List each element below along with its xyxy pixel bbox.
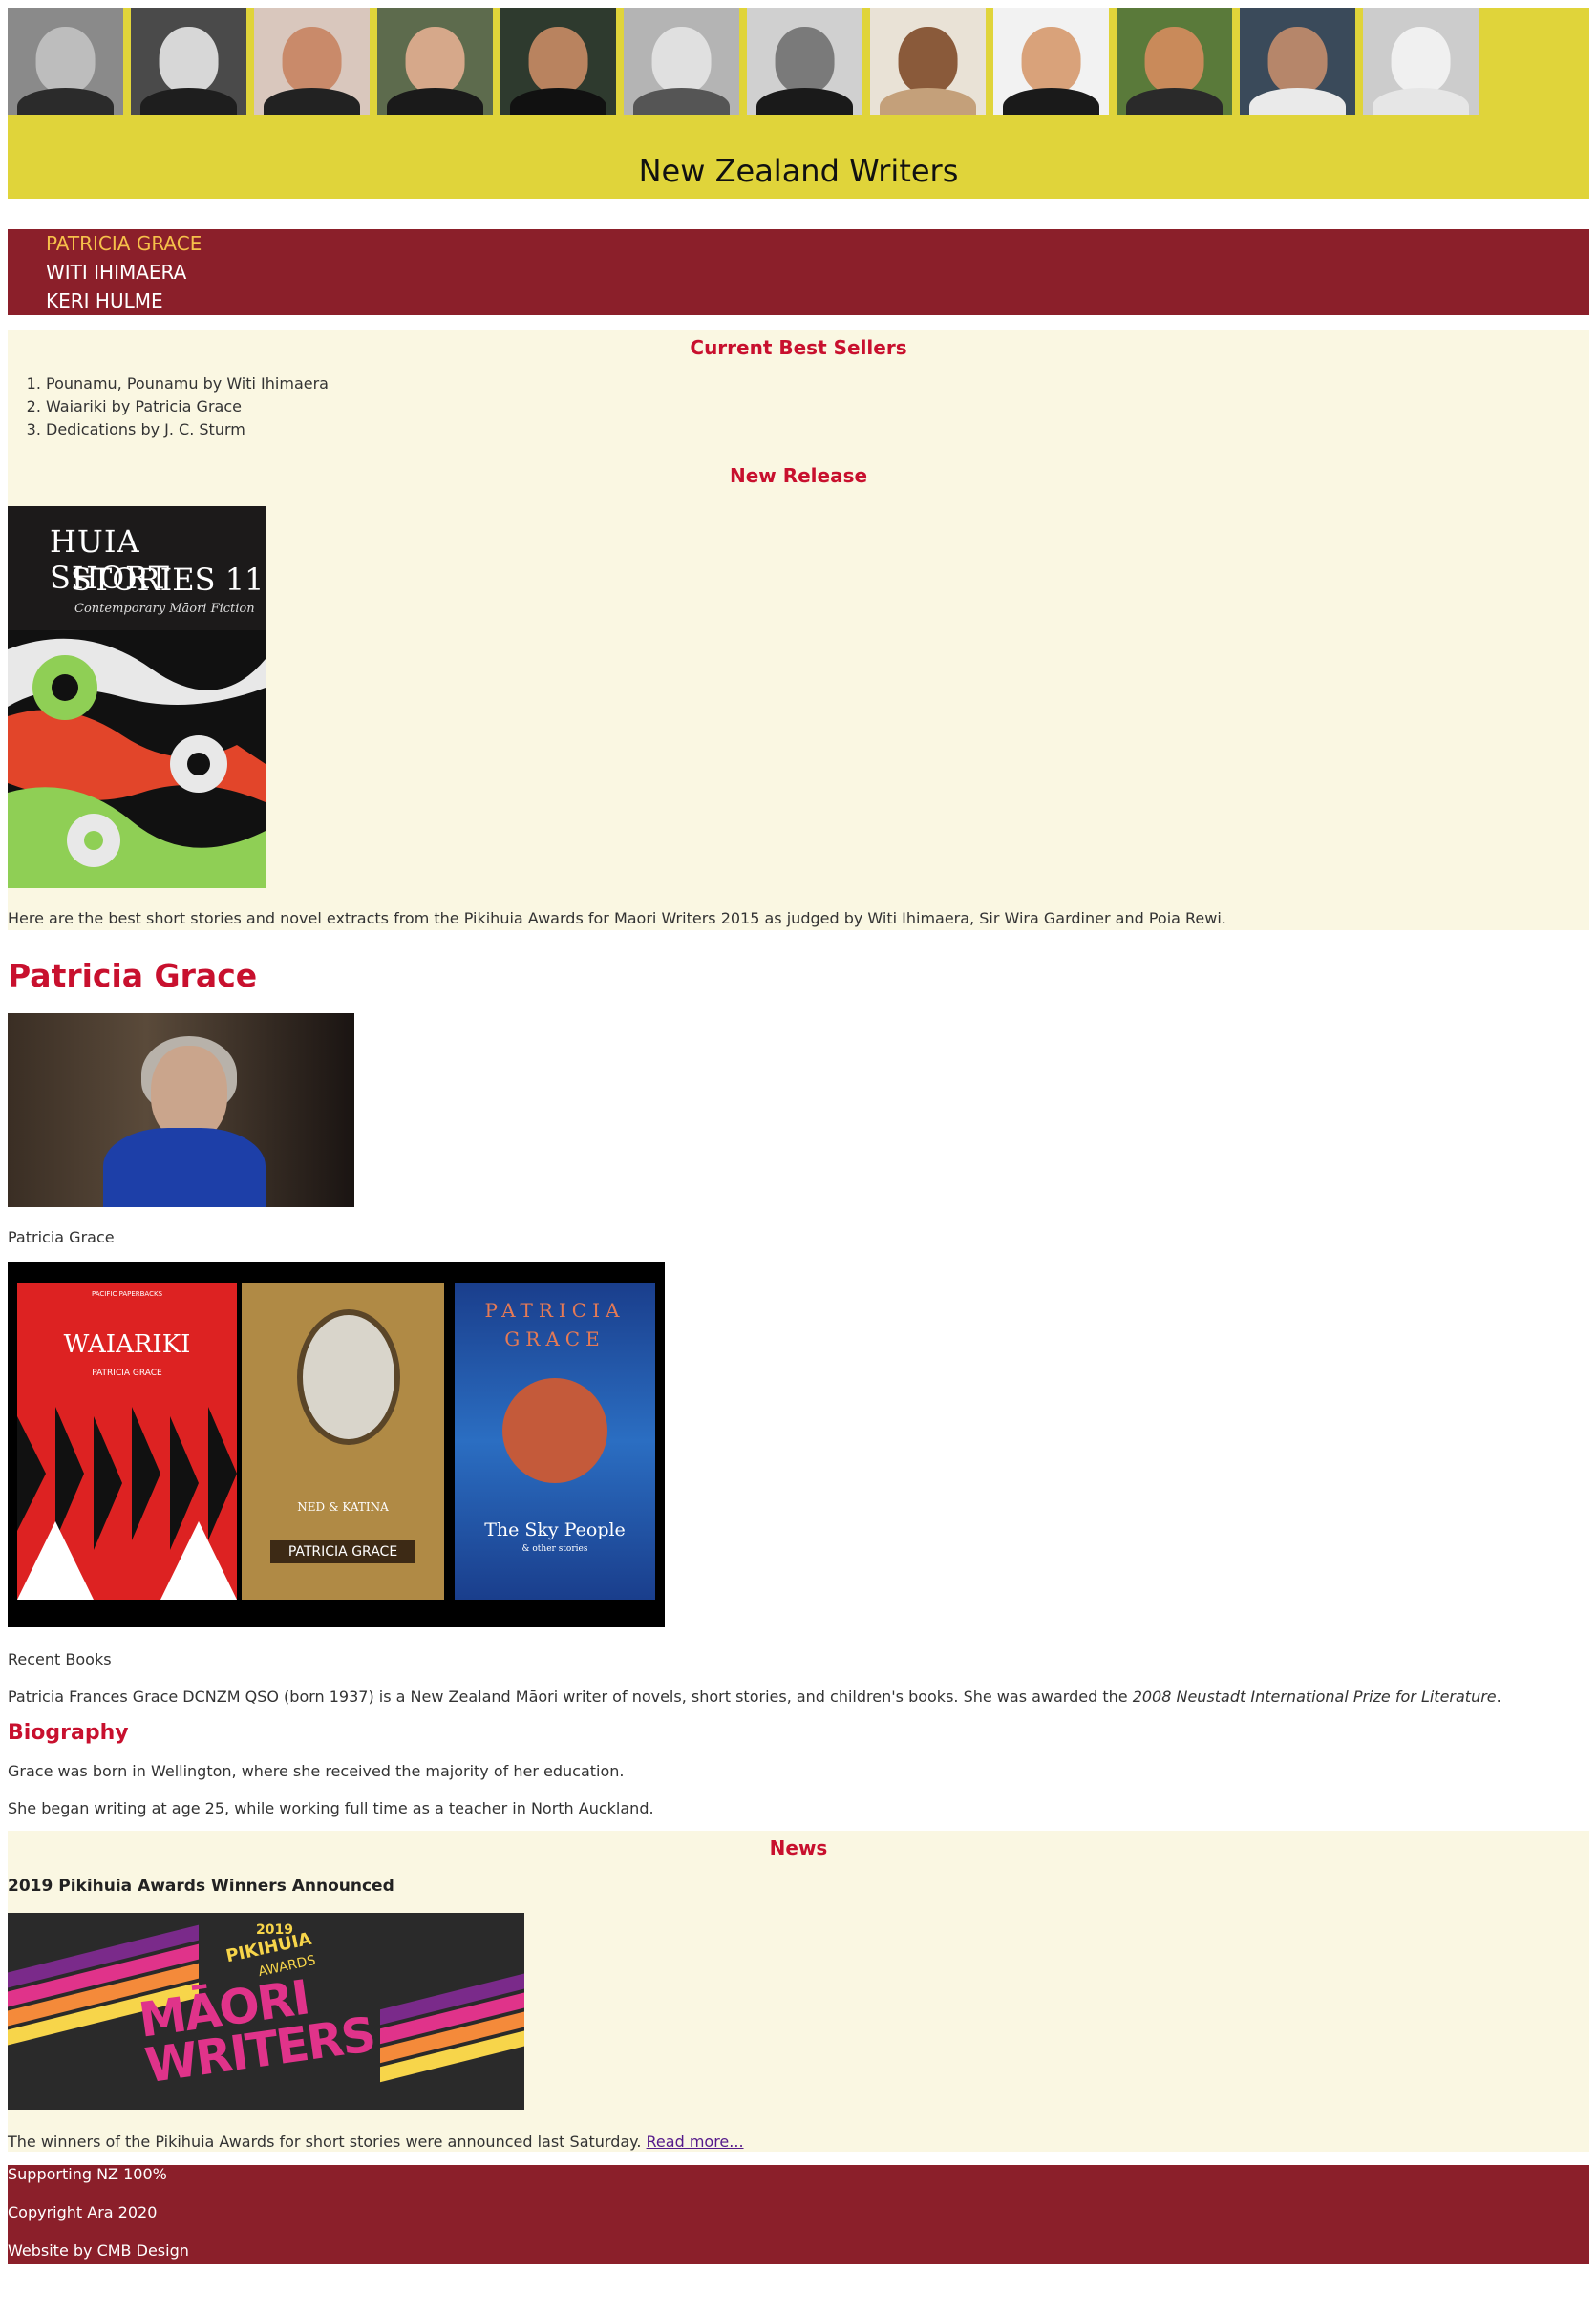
- writer-portrait: [254, 8, 370, 115]
- book-author: PATRICIA GRACE: [484, 1299, 626, 1350]
- new-release-heading: New Release: [729, 464, 868, 487]
- best-seller-item: Waiariki by Patricia Grace: [46, 395, 329, 418]
- best-sellers-heading: Current Best Sellers: [690, 336, 907, 359]
- writer-portrait: [1240, 8, 1355, 115]
- writer-portrait: [747, 8, 862, 115]
- writer-portrait: [377, 8, 493, 115]
- nav-item-patricia-grace[interactable]: PATRICIA GRACE: [8, 229, 1589, 258]
- site-header: New Zealand Writers: [8, 8, 1589, 199]
- writer-portrait: [624, 8, 739, 115]
- author-intro: Patricia Frances Grace DCNZM QSO (born 1…: [8, 1688, 1501, 1706]
- read-more-link[interactable]: Read more...: [647, 2133, 744, 2151]
- book-cover-sky-people: PATRICIA GRACE The Sky People & other sto…: [455, 1283, 655, 1600]
- footer-credit: Website by CMB Design: [8, 2241, 189, 2260]
- pikihuia-awards-banner: 2019 PIKIHUIA AWARDS MĀORI WRITERS: [8, 1913, 524, 2110]
- triangle-pattern-art: [17, 1407, 237, 1600]
- site-title: New Zealand Writers: [638, 153, 959, 189]
- portrait-strip: [8, 8, 1589, 115]
- nav-item-witi-ihimaera[interactable]: WITI IHIMAERA: [8, 258, 1589, 287]
- news-article-text: The winners of the Pikihuia Awards for s…: [8, 2133, 744, 2151]
- footer-tagline: Supporting NZ 100%: [8, 2165, 167, 2183]
- writer-portrait: [8, 8, 123, 115]
- book-subtitle: & other stories: [521, 1544, 588, 1554]
- best-sellers-list: Pounamu, Pounamu by Witi Ihimaera Waiari…: [8, 372, 329, 441]
- best-sellers-panel: Current Best Sellers Pounamu, Pounamu by…: [8, 330, 1589, 930]
- koru-pattern-art: [8, 630, 266, 888]
- book-photo-oval: [297, 1309, 400, 1445]
- book-cover-waiariki: PACIFIC PAPERBACKS WAIARIKI PATRICIA GRA…: [17, 1283, 237, 1600]
- writer-portrait: [500, 8, 616, 115]
- recent-books-caption: Recent Books: [8, 1650, 112, 1668]
- cover-title-line2: STORIES 11: [71, 562, 265, 598]
- writer-portrait: [993, 8, 1109, 115]
- book-author: PATRICIA GRACE: [270, 1540, 415, 1563]
- best-seller-item: Pounamu, Pounamu by Witi Ihimaera: [46, 372, 329, 395]
- biography-heading: Biography: [8, 1721, 129, 1745]
- author-photo: [8, 1013, 354, 1207]
- new-release-cover: HUIA SHORT STORIES 11 Contemporary Māori…: [8, 506, 266, 888]
- nav-item-keri-hulme[interactable]: KERI HULME: [8, 287, 1589, 315]
- page: New Zealand Writers PATRICIA GRACE WITI …: [8, 8, 1589, 2264]
- main-nav: PATRICIA GRACE WITI IHIMAERA KERI HULME: [8, 229, 1589, 315]
- writer-portrait: [131, 8, 246, 115]
- author-name: Patricia Grace: [8, 957, 258, 994]
- new-release-description: Here are the best short stories and nove…: [8, 909, 1226, 927]
- news-heading: News: [769, 1836, 828, 1859]
- author-photo-caption: Patricia Grace: [8, 1228, 115, 1246]
- footer-copyright: Copyright Ara 2020: [8, 2203, 158, 2221]
- news-panel: News 2019 Pikihuia Awards Winners Announ…: [8, 1831, 1589, 2152]
- book-title: The Sky People: [484, 1519, 626, 1540]
- site-footer: Supporting NZ 100% Copyright Ara 2020 We…: [8, 2165, 1589, 2264]
- writer-portrait: [870, 8, 986, 115]
- prize-name: 2008 Neustadt International Prize for Li…: [1132, 1688, 1497, 1706]
- best-seller-item: Dedications by J. C. Sturm: [46, 418, 329, 441]
- book-cover-ned-katina: NED & KATINA PATRICIA GRACE: [242, 1283, 444, 1600]
- book-title: NED & KATINA: [297, 1500, 389, 1514]
- book-figure-art: [502, 1378, 607, 1483]
- recent-books-image: PACIFIC PAPERBACKS WAIARIKI PATRICIA GRA…: [8, 1262, 665, 1627]
- writer-portrait: [1363, 8, 1479, 115]
- writer-portrait: [1117, 8, 1232, 115]
- biography-paragraph: Grace was born in Wellington, where she …: [8, 1762, 625, 1780]
- cover-subtitle: Contemporary Māori Fiction: [74, 602, 255, 616]
- news-article-title: 2019 Pikihuia Awards Winners Announced: [8, 1877, 394, 1896]
- biography-paragraph: She began writing at age 25, while worki…: [8, 1799, 654, 1817]
